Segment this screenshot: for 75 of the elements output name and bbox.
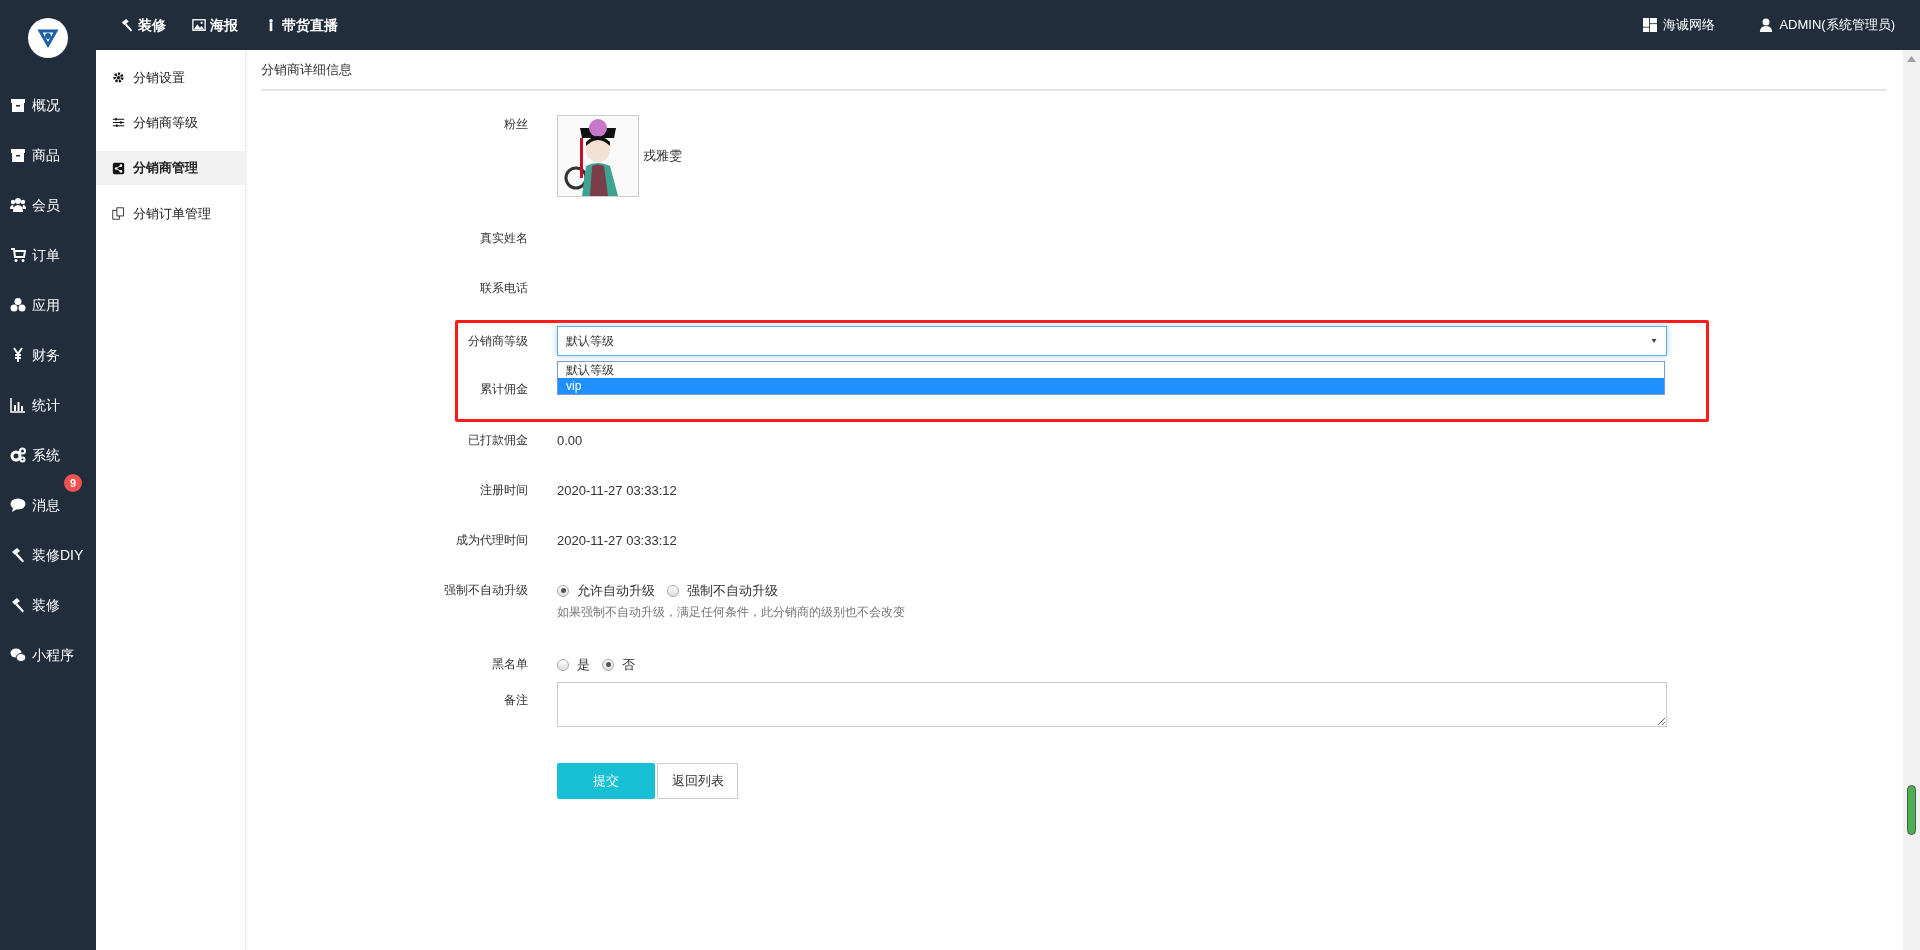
side-nav-item[interactable]: 会员 [0,180,60,230]
comment-icon [10,497,26,513]
side-nav-item[interactable]: 财务 [0,330,60,380]
field-value: 2020-11-27 03:33:12 [557,483,677,498]
nickname: 戎雅雯 [643,147,682,166]
radio-option[interactable]: 否 [602,655,635,675]
radio-button[interactable] [557,658,569,671]
hammer-icon [120,18,134,32]
side-nav-item[interactable]: 概况 [0,80,60,130]
side-nav-item[interactable]: 统计 [0,380,60,430]
gear-icon [112,71,125,84]
header-link[interactable]: ADMIN(系统管理员) [1759,15,1895,35]
back-button[interactable]: 返回列表 [657,762,738,799]
radio-option[interactable]: 允许自动升级 [557,581,655,601]
side-nav-item[interactable]: 装修 [0,580,60,630]
sub-nav-item[interactable]: 分销商管理 [96,151,245,185]
field-label: 累计佣金 [479,381,528,398]
top-nav-item[interactable]: 海报 [192,14,238,36]
copy-icon [112,207,125,220]
field-label: 粉丝 [503,116,528,133]
side-nav-item[interactable]: 应用 [0,280,60,330]
notification-badge: 9 [64,474,82,492]
field-label: 注册时间 [479,482,528,499]
dropdown-option[interactable]: 默认等级 [558,362,1664,378]
side-nav-item[interactable]: 系统 [0,430,60,480]
top-nav-item[interactable]: 带货直播 [264,14,338,36]
logo [28,18,68,58]
archive-icon [10,97,26,113]
scroll-up-icon[interactable] [1907,56,1916,62]
yen-icon [10,347,26,363]
field-label: 备注 [503,692,528,709]
field-label: 黑名单 [491,656,528,673]
cubes-icon [10,297,26,313]
radio-option[interactable]: 是 [557,655,590,675]
field-label: 联系电话 [479,280,528,297]
field-label: 分销商等级 [467,333,528,350]
sub-nav-item[interactable]: 分销商等级 [96,100,245,145]
radio-option[interactable]: 强制不自动升级 [667,581,778,601]
field-label: 真实姓名 [479,230,528,247]
users-icon [10,197,26,213]
sub-nav-item[interactable]: 分销订单管理 [96,191,245,236]
help-text: 如果强制不自动升级，满足任何条件，此分销商的级别也不会改变 [557,603,906,621]
field-label: 成为代理时间 [455,532,528,549]
top-nav-item[interactable]: 装修 [120,14,166,36]
side-nav-item[interactable]: 订单 [0,230,60,280]
caret-icon [1650,337,1658,345]
sliders-icon [112,116,125,129]
radio-button[interactable] [602,658,614,671]
side-nav-item[interactable]: 消息 [0,480,60,530]
header-link[interactable]: 海诚网络 [1643,15,1716,35]
page-title: 分销商详细信息 [261,60,352,79]
gears-icon [10,447,26,463]
hammer-icon [10,547,26,563]
cart-icon [10,247,26,263]
user-icon [1759,18,1774,32]
sub-nav-item[interactable]: 分销设置 [96,55,245,100]
side-nav-item[interactable]: 小程序 [0,630,74,680]
archive-icon [10,147,26,163]
hammer-icon [10,597,26,613]
remark-field[interactable] [557,682,1667,727]
radio-button[interactable] [557,584,569,597]
select-field[interactable]: 默认等级 [557,326,1667,356]
share-icon [112,161,125,175]
side-nav-item[interactable]: 商品 [0,130,60,180]
image-icon [192,18,206,32]
grid-icon [1643,18,1658,32]
scrollbar-thumb[interactable] [1907,785,1916,835]
field-label: 强制不自动升级 [443,582,528,599]
field-value: 2020-11-27 03:33:12 [557,533,677,548]
side-nav-item[interactable]: 装修DIY [0,530,84,580]
bar-chart-icon [10,397,26,413]
field-label: 已打款佣金 [467,432,528,449]
field-value: 0.00 [557,433,583,448]
radio-button[interactable] [667,584,679,597]
chat-bubbles-icon [10,647,26,663]
